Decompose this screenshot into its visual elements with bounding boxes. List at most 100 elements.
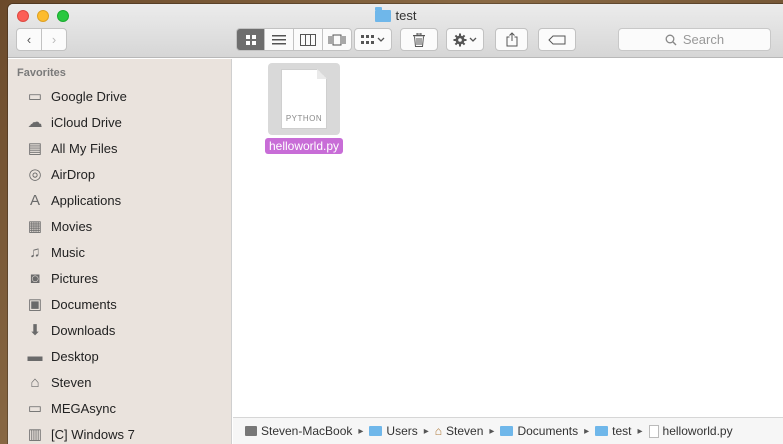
sidebar-item-downloads[interactable]: ⬇ Downloads xyxy=(8,317,231,343)
file-browser-area[interactable]: PYTHON helloworld.py xyxy=(233,59,783,417)
file-item[interactable]: PYTHON helloworld.py xyxy=(261,63,347,154)
chevron-down-icon xyxy=(377,37,385,42)
trash-icon xyxy=(413,32,425,47)
column-view-button[interactable] xyxy=(294,28,323,51)
sidebar-item-label: Downloads xyxy=(51,322,116,338)
sidebar-item-movies[interactable]: ▦ Movies xyxy=(8,213,231,239)
columns-icon xyxy=(300,33,316,46)
path-crumb-documents[interactable]: Documents xyxy=(500,424,578,438)
grid-icon xyxy=(245,34,256,45)
finder-window: test ‹ › Search Favorites ▭ Google Drive… xyxy=(8,4,783,444)
path-separator-icon: ▸ xyxy=(637,425,643,437)
documents-icon: ▣ xyxy=(27,296,43,313)
path-crumb-label: Users xyxy=(386,424,418,438)
path-crumb-label: helloworld.py xyxy=(662,424,733,438)
sidebar-item-label: iCloud Drive xyxy=(51,114,122,130)
sidebar-item-documents[interactable]: ▣ Documents xyxy=(8,291,231,317)
icon-view-button[interactable] xyxy=(236,28,265,51)
path-crumb-label: Steven xyxy=(446,424,484,438)
path-crumb-home[interactable]: ⌂ Steven xyxy=(435,424,484,438)
applications-icon: A xyxy=(29,191,40,209)
sidebar-item-label: Applications xyxy=(51,192,122,208)
list-view-button[interactable] xyxy=(265,28,294,51)
search-icon xyxy=(665,34,677,45)
search-placeholder: Search xyxy=(682,32,725,47)
chevron-right-icon: › xyxy=(51,32,57,47)
list-icon xyxy=(272,34,286,44)
folder-icon xyxy=(595,426,609,436)
share-icon xyxy=(506,32,517,47)
sidebar-heading: Favorites xyxy=(17,67,66,79)
search-field[interactable]: Search xyxy=(618,28,771,51)
chevron-left-icon: ‹ xyxy=(26,32,32,47)
action-button[interactable] xyxy=(446,28,484,51)
share-button[interactable] xyxy=(495,28,528,51)
sidebar-item-label: Google Drive xyxy=(51,88,127,104)
path-separator-icon: ▸ xyxy=(489,425,495,437)
sidebar-item-airdrop[interactable]: ◎ AirDrop xyxy=(8,161,231,187)
tag-button[interactable] xyxy=(538,28,576,51)
home-icon: ⌂ xyxy=(30,373,40,391)
drive-icon: ▥ xyxy=(27,426,43,443)
sidebar-item-label: Documents xyxy=(51,296,117,312)
sidebar-item-pictures[interactable]: ◙ Pictures xyxy=(8,265,231,291)
folder-icon: ▭ xyxy=(27,400,43,417)
sidebar-item-label: Desktop xyxy=(51,348,99,364)
delete-button[interactable] xyxy=(400,28,438,51)
sidebar-item-label: Music xyxy=(51,244,85,260)
sidebar-item-icloud-drive[interactable]: ☁ iCloud Drive xyxy=(8,109,231,135)
sidebar-item-label: Movies xyxy=(51,218,93,234)
gear-icon xyxy=(453,33,467,46)
path-bar: Steven-MacBook ▸ Users ▸ ⌂ Steven ▸ Docum… xyxy=(233,417,783,444)
sidebar-item-label: [C] Windows 7 xyxy=(51,426,135,442)
path-crumb-label: Steven-MacBook xyxy=(261,424,353,438)
camera-icon: ◙ xyxy=(30,269,40,287)
film-icon: ▦ xyxy=(27,218,43,235)
path-separator-icon: ▸ xyxy=(423,425,429,437)
folder-icon xyxy=(500,426,514,436)
sidebar-item-label: Steven xyxy=(51,374,92,390)
chevron-down-icon xyxy=(469,37,477,42)
path-crumb-file[interactable]: helloworld.py xyxy=(648,424,733,438)
sidebar-item-applications[interactable]: A Applications xyxy=(8,187,231,213)
path-separator-icon: ▸ xyxy=(358,425,364,437)
sidebar-item-label: MEGAsync xyxy=(51,400,117,416)
path-separator-icon: ▸ xyxy=(584,425,590,437)
window-title: test xyxy=(8,6,783,23)
path-crumb-users[interactable]: Users xyxy=(369,424,418,438)
home-icon: ⌂ xyxy=(434,424,443,438)
python-file-icon: PYTHON xyxy=(281,69,327,129)
folder-icon xyxy=(374,6,391,22)
file-name[interactable]: helloworld.py xyxy=(264,138,344,154)
file-type-label: PYTHON xyxy=(285,114,323,123)
forward-button[interactable]: › xyxy=(41,28,67,51)
sidebar-item-c-windows-7[interactable]: ▥ [C] Windows 7 xyxy=(8,421,231,444)
files-icon: ▤ xyxy=(27,140,43,157)
hard-drive-icon xyxy=(245,426,257,436)
cloud-icon: ☁ xyxy=(27,114,43,131)
music-icon: ♫ xyxy=(29,243,41,261)
cover-flow-view-button[interactable] xyxy=(323,28,352,51)
document-icon xyxy=(648,424,659,438)
path-crumb-label: test xyxy=(612,424,632,438)
cover-flow-icon xyxy=(328,34,346,45)
sidebar-item-google-drive[interactable]: ▭ Google Drive xyxy=(8,83,231,109)
folder-icon xyxy=(369,426,383,436)
sidebar-item-steven[interactable]: ⌂ Steven xyxy=(8,369,231,395)
desktop-icon: ▬ xyxy=(27,347,43,365)
sidebar-item-desktop[interactable]: ▬ Desktop xyxy=(8,343,231,369)
view-mode-group xyxy=(236,28,352,51)
arrange-grid-icon xyxy=(361,34,374,44)
path-crumb-test[interactable]: test xyxy=(595,424,632,438)
sidebar-item-megasync[interactable]: ▭ MEGAsync xyxy=(8,395,231,421)
sidebar-list: ▭ Google Drive ☁ iCloud Drive ▤ All My Files ◎… xyxy=(8,83,231,444)
file-thumbnail[interactable]: PYTHON xyxy=(268,63,340,135)
back-button[interactable]: ‹ xyxy=(16,28,42,51)
tag-icon xyxy=(548,35,566,44)
path-crumb-computer[interactable]: Steven-MacBook xyxy=(245,424,352,438)
folder-icon: ▭ xyxy=(27,88,43,105)
arrange-button[interactable] xyxy=(354,28,392,51)
airdrop-icon: ◎ xyxy=(28,166,42,183)
sidebar-item-music[interactable]: ♫ Music xyxy=(8,239,231,265)
sidebar-item-all-my-files[interactable]: ▤ All My Files xyxy=(8,135,231,161)
